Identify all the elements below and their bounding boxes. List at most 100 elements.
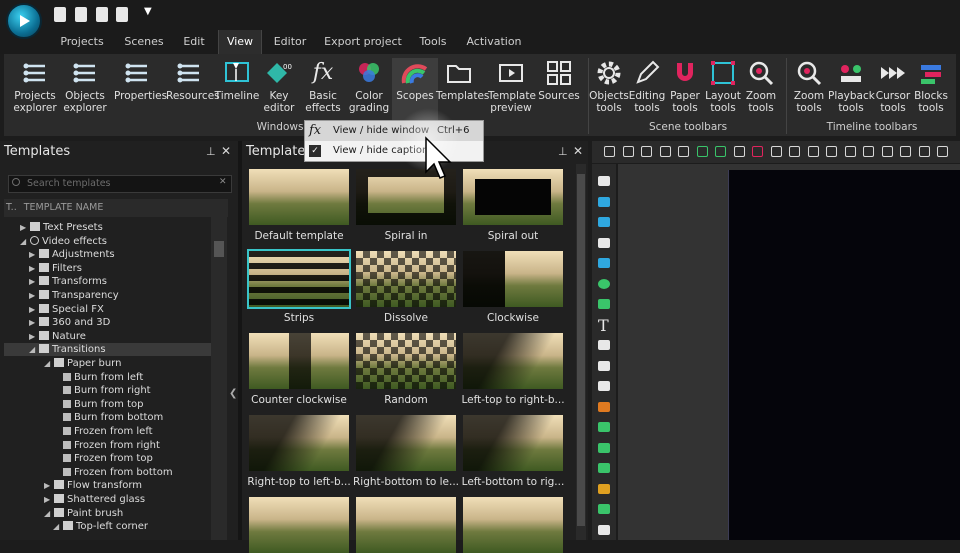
move-icon[interactable] (598, 524, 610, 535)
tree-item[interactable]: ▶ Transforms (29, 275, 107, 288)
expand-arrow-icon[interactable]: ◢ (44, 507, 54, 520)
expand-arrow-icon[interactable]: ▶ (20, 221, 30, 234)
tree-item[interactable]: ◢ Video effects (20, 235, 107, 248)
undo-icon[interactable] (696, 146, 708, 157)
distribute-v-icon[interactable] (900, 146, 911, 157)
zoom-tools-button[interactable]: Zoom tools (738, 58, 784, 120)
template-thumbnail[interactable] (463, 333, 563, 389)
menu-tab-export-project[interactable]: Export project (318, 30, 408, 54)
select-icon[interactable] (678, 146, 689, 157)
tree-item[interactable]: Burn from right (53, 384, 151, 397)
align-middle-icon[interactable] (844, 146, 856, 157)
audio-icon[interactable] (598, 442, 610, 453)
template-thumbnail[interactable] (249, 415, 349, 471)
template-thumbnail[interactable] (249, 497, 349, 553)
menu-tab-projects[interactable]: Projects (48, 30, 116, 54)
align-top-icon[interactable] (826, 146, 837, 157)
new-project-icon[interactable] (54, 7, 66, 22)
tree-item[interactable]: ▶ Shattered glass (44, 493, 145, 506)
menu-tab-edit[interactable]: Edit (172, 30, 216, 54)
blocks-tools-button[interactable]: Blocks tools (908, 58, 954, 120)
template-thumbnail[interactable] (463, 497, 563, 553)
objects-explorer-button[interactable]: Objects explorer (62, 58, 108, 120)
expand-arrow-icon[interactable]: ◢ (44, 357, 54, 370)
align-right-icon[interactable] (807, 146, 819, 157)
redo-dropdown-icon[interactable] (733, 146, 745, 157)
search-input[interactable]: Search templates (8, 175, 232, 193)
polygon-icon[interactable] (598, 299, 610, 309)
tree-item[interactable]: ▶ Filters (29, 262, 82, 275)
tree-item[interactable]: Frozen from left (53, 425, 153, 438)
ellipse-icon[interactable] (598, 278, 610, 289)
expand-arrow-icon[interactable]: ▶ (29, 330, 39, 343)
expand-arrow-icon[interactable]: ▶ (29, 289, 39, 302)
rectangle-select-icon[interactable] (598, 196, 610, 207)
tree-item[interactable]: ◢ Paper burn (44, 357, 121, 370)
tree-item[interactable]: ▶ Flow transform (44, 479, 142, 492)
template-thumbnail[interactable] (463, 415, 563, 471)
more-align-icon2[interactable] (937, 146, 948, 157)
speech-bubble-icon[interactable] (598, 360, 610, 371)
tree-item[interactable]: ▶ Transparency (29, 289, 119, 302)
delete-icon[interactable] (659, 146, 671, 157)
sources-button[interactable]: Sources (536, 58, 582, 120)
image-icon[interactable] (598, 422, 610, 432)
zoom-tools-button[interactable]: Zoom tools (786, 58, 832, 120)
tree-item[interactable]: Frozen from right (53, 439, 160, 452)
projects-explorer-button[interactable]: Projects explorer (12, 58, 58, 120)
template-thumbnail[interactable] (356, 415, 456, 471)
properties-button[interactable]: Properties (114, 58, 167, 120)
paste-icon[interactable] (641, 146, 652, 157)
tree-item[interactable]: ▶ Special FX (29, 303, 104, 316)
rectangle-icon[interactable] (598, 258, 610, 268)
template-thumbnail[interactable] (356, 333, 456, 389)
pin-icon[interactable]: ⊥ (206, 145, 216, 158)
pointer-icon[interactable] (598, 176, 610, 186)
chart-icon[interactable] (598, 381, 610, 391)
collapse-arrow-icon[interactable]: ❮ (229, 388, 237, 399)
template-thumbnail[interactable] (249, 333, 349, 389)
video-icon[interactable] (598, 463, 610, 473)
resources-button[interactable]: Resources (166, 58, 220, 120)
quick-access-dropdown-icon[interactable]: ▼ (144, 6, 152, 17)
tree-item[interactable]: ▶ 360 and 3D (29, 316, 110, 329)
save-icon[interactable] (75, 7, 87, 22)
tree-item[interactable]: ◢ Top-left corner (53, 520, 148, 533)
expand-arrow-icon[interactable]: ◢ (20, 235, 30, 248)
tree-item[interactable]: Frozen from bottom (53, 466, 173, 479)
save-as-icon[interactable] (96, 7, 108, 22)
line-icon[interactable] (598, 237, 610, 248)
expand-arrow-icon[interactable]: ▶ (29, 303, 39, 316)
tree-item[interactable]: ▶ Text Presets (20, 221, 103, 234)
equalizer-icon[interactable] (598, 483, 610, 494)
more-align-icon[interactable] (918, 146, 930, 157)
caption-icon[interactable] (598, 340, 610, 350)
layers-icon[interactable] (598, 217, 610, 227)
playback-tools-button[interactable]: Playback tools (828, 58, 875, 120)
preview-scrollbar[interactable] (576, 164, 586, 540)
template-thumbnail[interactable] (249, 169, 349, 225)
tree-scrollbar[interactable] (211, 199, 227, 540)
tree-item[interactable]: Burn from top (53, 398, 144, 411)
close-icon[interactable]: ✕ (573, 144, 583, 158)
menu-tab-editor[interactable]: Editor (262, 30, 318, 54)
menu-tab-scenes[interactable]: Scenes (116, 30, 172, 54)
menu-tab-view[interactable]: View (218, 30, 262, 54)
tree-item[interactable]: Frozen from top (53, 452, 153, 465)
scene-canvas[interactable] (728, 170, 960, 540)
animation-icon[interactable] (598, 401, 610, 412)
key-editor-button[interactable]: 00 Key editor (256, 58, 302, 120)
close-icon[interactable]: ✕ (221, 144, 231, 158)
distribute-h-icon[interactable] (881, 146, 893, 157)
app-logo-icon[interactable] (6, 3, 42, 39)
expand-arrow-icon[interactable]: ▶ (44, 493, 54, 506)
template-thumbnail[interactable] (463, 251, 563, 307)
tree-item[interactable]: ◢ Transitions (4, 343, 211, 357)
align-center-icon[interactable] (789, 146, 800, 157)
expand-arrow-icon[interactable]: ▶ (44, 479, 54, 492)
align-left-icon[interactable] (770, 146, 782, 157)
timeline-button[interactable]: Timeline (214, 58, 260, 120)
template-thumbnail[interactable] (463, 169, 563, 225)
template-preview-button[interactable]: Template preview (488, 58, 536, 120)
scroll-thumb[interactable] (214, 241, 224, 257)
